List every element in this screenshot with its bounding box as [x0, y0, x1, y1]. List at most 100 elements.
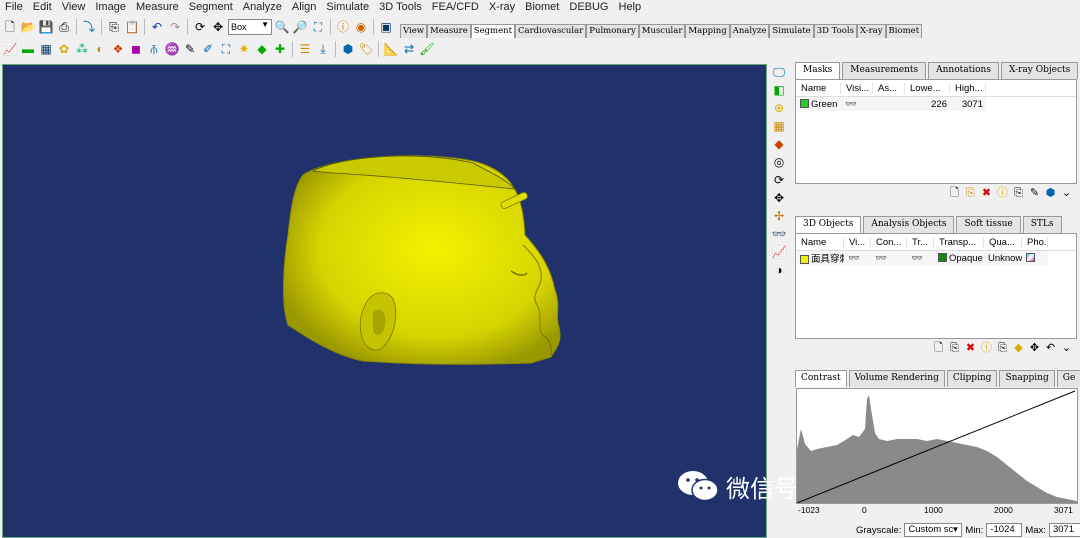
column-header[interactable]: High... [950, 82, 986, 94]
smooth-icon[interactable]: ✷ [236, 41, 252, 57]
column-header[interactable]: Vi... [844, 236, 871, 248]
column-header[interactable]: Con... [871, 236, 907, 248]
copy-icon[interactable]: ⎘ [106, 19, 122, 35]
tab-annotations[interactable]: Annotations [928, 62, 999, 79]
object-phong-cell[interactable] [1022, 253, 1048, 264]
zoom-mode-select[interactable]: Box ▼ [228, 19, 272, 35]
copy-icon[interactable]: ⎘ [996, 342, 1009, 355]
menu-biomet[interactable]: Biomet [520, 0, 564, 15]
delete-icon[interactable]: ✖ [964, 342, 977, 355]
undo-icon[interactable]: ↶ [149, 19, 165, 35]
object-transp-toggle-cell[interactable]: 👓 [907, 253, 934, 264]
monitor-icon[interactable]: 🖵 [771, 64, 787, 80]
tab-3d-objects[interactable]: 3D Objects [795, 216, 862, 233]
tab-contrast[interactable]: Contrast [795, 370, 847, 387]
nav-icon[interactable]: ⇄ [401, 41, 417, 57]
menu-fea-cfd[interactable]: FEA/CFD [427, 0, 484, 15]
column-header[interactable]: Visi... [841, 82, 873, 94]
import-mask-icon[interactable]: ⤓ [315, 41, 331, 57]
cube-view-icon[interactable]: ◧ [771, 82, 787, 98]
menu-help[interactable]: Help [614, 0, 647, 15]
region-grow-icon[interactable]: ▦ [38, 41, 54, 57]
split-mask-icon[interactable]: ◐ [92, 41, 108, 57]
measure-icon[interactable]: 📐 [383, 41, 399, 57]
chevron-down-icon[interactable]: ⌄ [1060, 187, 1073, 200]
histogram[interactable] [796, 388, 1078, 504]
tab-x-ray[interactable]: X-ray [856, 24, 886, 38]
menu-view[interactable]: View [57, 0, 91, 15]
column-header[interactable]: Transp... [934, 236, 984, 248]
menu-debug[interactable]: DEBUG [564, 0, 613, 15]
fill-holes-icon[interactable]: ◼ [128, 41, 144, 57]
tab-mapping[interactable]: Mapping [685, 24, 730, 38]
move-icon[interactable]: ✥ [771, 190, 787, 206]
menu-align[interactable]: Align [287, 0, 321, 15]
tab-volume-rendering[interactable]: Volume Rendering [848, 370, 945, 387]
dynamic-region-icon[interactable]: ✿ [56, 41, 72, 57]
paint-icon[interactable]: ◆ [771, 136, 787, 152]
contrast-icon[interactable]: ◑ [771, 262, 787, 278]
redo-icon[interactable]: ↷ [167, 19, 183, 35]
menu-x-ray[interactable]: X-ray [484, 0, 520, 15]
wrap-icon[interactable]: ✚ [272, 41, 288, 57]
tab-simulate[interactable]: Simulate [769, 24, 814, 38]
sphere-icon[interactable]: ⊕ [771, 100, 787, 116]
menu-image[interactable]: Image [90, 0, 131, 15]
duplicate-icon[interactable]: ⎘ [964, 187, 977, 200]
skull-model[interactable] [283, 155, 561, 365]
threshold-icon[interactable]: ▬ [20, 41, 36, 57]
brush-icon[interactable]: 🖌 [419, 41, 435, 57]
new-mask-icon[interactable]: 🗋 [948, 187, 961, 200]
info-icon[interactable]: ⓘ [980, 342, 993, 355]
paste-icon[interactable]: 📋 [124, 19, 140, 35]
zoom-out-icon[interactable]: 🔎 [292, 19, 308, 35]
info-icon[interactable]: ⓘ [996, 187, 1009, 200]
delete-icon[interactable]: ✖ [980, 187, 993, 200]
tab-measure[interactable]: Measure [427, 24, 471, 38]
import-icon[interactable]: ⤵ [81, 19, 97, 35]
print-icon[interactable]: ⎙ [56, 19, 72, 35]
undo-icon[interactable]: ↶ [1044, 342, 1057, 355]
calc-3d-icon[interactable]: ◆ [254, 41, 270, 57]
layers-icon[interactable]: ☰ [297, 41, 313, 57]
tab-segment[interactable]: Segment [470, 24, 516, 38]
new-file-icon[interactable]: 🗋 [2, 19, 18, 35]
info-icon[interactable]: ⓘ [335, 19, 351, 35]
duplicate-icon[interactable]: ⎘ [948, 342, 961, 355]
histogram-plot[interactable] [796, 389, 1077, 504]
edit-mask-icon[interactable]: ✎ [182, 41, 198, 57]
tab-soft-tissue[interactable]: Soft tissue [956, 216, 1021, 233]
object-transparency-cell[interactable]: Opaque [934, 253, 984, 264]
window-icon[interactable]: ▣ [378, 19, 394, 35]
table-row[interactable]: 面具穿刺 👓 👓 👓 Opaque Unknown [796, 251, 1048, 265]
smart-fill-icon[interactable]: ♒ [164, 41, 180, 57]
3d-model-view[interactable] [3, 65, 767, 538]
menu-edit[interactable]: Edit [28, 0, 57, 15]
move-icon[interactable]: ✥ [1028, 342, 1041, 355]
cube-icon[interactable]: ⬢ [340, 41, 356, 57]
morphology-icon[interactable]: ⫚ [146, 41, 162, 57]
column-header[interactable]: Pho... [1022, 236, 1048, 248]
tab-ge[interactable]: Ge [1056, 370, 1080, 387]
multiple-slice-icon[interactable]: ⁂ [74, 41, 90, 57]
edit-3d-icon[interactable]: ✐ [200, 41, 216, 57]
edit-icon[interactable]: ✎ [1028, 187, 1041, 200]
color-icon[interactable]: ◆ [1012, 342, 1025, 355]
tab-pulmonary[interactable]: Pulmonary [586, 24, 639, 38]
save-icon[interactable]: 💾 [38, 19, 54, 35]
object-visible-cell[interactable]: 👓 [844, 253, 871, 264]
menu-analyze[interactable]: Analyze [238, 0, 287, 15]
tab-3d-tools[interactable]: 3D Tools [813, 24, 857, 38]
menu-segment[interactable]: Segment [184, 0, 238, 15]
camera-icon[interactable]: ◉ [353, 19, 369, 35]
boolean-icon[interactable]: ❖ [110, 41, 126, 57]
grayscale-select[interactable]: Custom sc ▼ [904, 523, 963, 537]
mask-visible-cell[interactable]: 👓 [841, 99, 873, 110]
tab-masks[interactable]: Masks [795, 62, 841, 79]
max-input[interactable]: 3071 [1048, 523, 1080, 537]
min-input[interactable]: -1024 [986, 523, 1023, 537]
new-object-icon[interactable]: 🗋 [932, 342, 945, 355]
tag-icon[interactable]: 🏷 [358, 41, 374, 57]
table-row[interactable]: Green 👓 226 3071 [796, 97, 986, 111]
tab-stls[interactable]: STLs [1022, 216, 1062, 233]
